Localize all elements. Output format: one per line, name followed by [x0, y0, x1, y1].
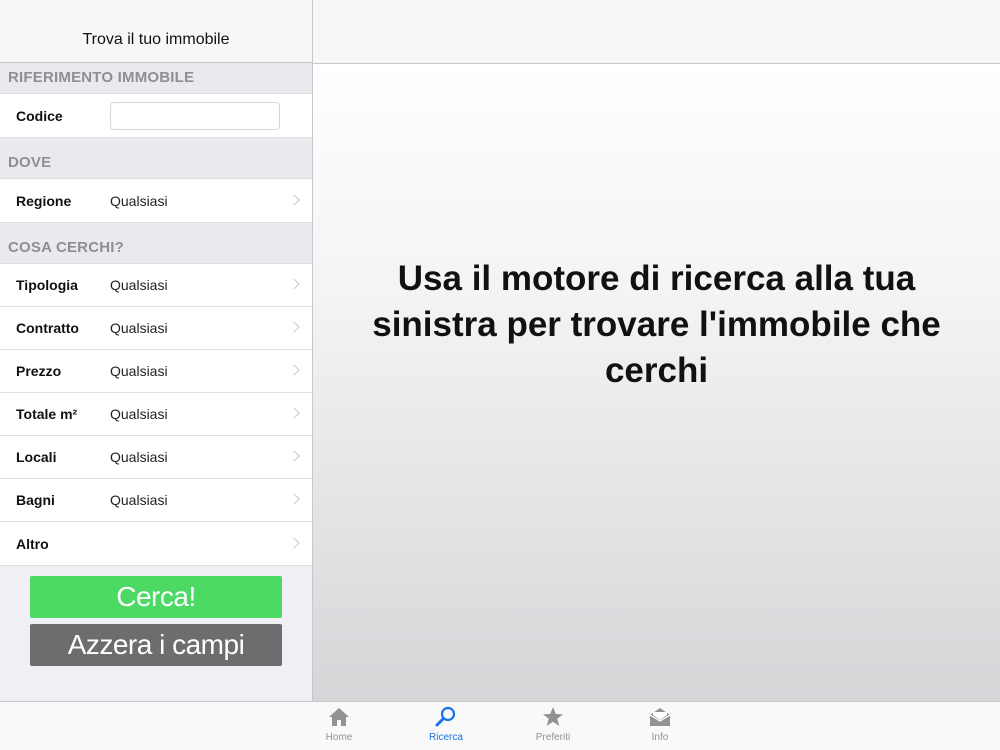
star-icon: [543, 707, 563, 726]
row-totale-m2[interactable]: Totale m² Qualsiasi: [0, 393, 312, 436]
row-contratto[interactable]: Contratto Qualsiasi: [0, 307, 312, 350]
row-value: Qualsiasi: [110, 363, 168, 379]
row-value: Qualsiasi: [110, 192, 168, 209]
row-label: Contratto: [16, 320, 79, 336]
row-label: Tipologia: [16, 277, 78, 293]
panel-title: Trova il tuo immobile: [82, 31, 230, 48]
chevron-right-icon: [288, 536, 300, 549]
chevron-right-icon: [288, 407, 300, 419]
row-value: Qualsiasi: [110, 406, 168, 422]
codice-label: Codice: [16, 107, 63, 124]
tab-preferiti[interactable]: Preferiti: [523, 706, 583, 743]
tab-label: Home: [325, 732, 353, 743]
row-prezzo[interactable]: Prezzo Qualsiasi: [0, 350, 312, 393]
instruction-message: Usa il motore di ricerca alla tua sinist…: [372, 259, 941, 390]
search-icon: [435, 706, 456, 727]
home-icon: [329, 708, 349, 726]
row-label: Totale m²: [16, 406, 78, 422]
row-value: Qualsiasi: [110, 492, 168, 508]
row-value: Qualsiasi: [110, 320, 168, 336]
row-label: Locali: [16, 449, 57, 465]
row-label: Bagni: [16, 492, 55, 508]
row-label: Regione: [16, 192, 72, 209]
reset-fields-button[interactable]: Azzera i campi: [30, 624, 282, 666]
tab-bar: Home Ricerca Preferiti Info: [0, 701, 1000, 750]
left-navbar: Trova il tuo immobile: [0, 0, 312, 63]
section-header-cosa: COSA CERCHI?: [0, 223, 312, 263]
row-label: Altro: [16, 535, 49, 552]
tab-ricerca[interactable]: Ricerca: [416, 706, 476, 743]
codice-row: Codice: [0, 94, 312, 137]
row-tipologia[interactable]: Tipologia Qualsiasi: [0, 264, 312, 307]
tab-label: Info: [651, 732, 669, 743]
row-regione[interactable]: Regione Qualsiasi: [0, 179, 312, 222]
detail-area: Usa il motore di ricerca alla tua sinist…: [313, 64, 1000, 701]
chevron-right-icon: [288, 450, 300, 462]
tab-info[interactable]: Info: [630, 706, 690, 743]
envelope-icon: [649, 708, 671, 726]
row-bagni[interactable]: Bagni Qualsiasi: [0, 479, 312, 522]
tab-label: Preferiti: [535, 732, 571, 743]
right-navbar: [313, 0, 1000, 64]
row-locali[interactable]: Locali Qualsiasi: [0, 436, 312, 479]
search-button[interactable]: Cerca!: [30, 576, 282, 618]
codice-input[interactable]: [110, 101, 280, 130]
tab-label: Ricerca: [429, 732, 463, 743]
row-altro[interactable]: Altro: [0, 522, 312, 565]
chevron-right-icon: [288, 278, 300, 290]
chevron-right-icon: [288, 321, 300, 333]
section-header-riferimento: RIFERIMENTO IMMOBILE: [0, 63, 312, 93]
chevron-right-icon: [288, 364, 300, 376]
form-buttons: Cerca! Azzera i campi: [0, 566, 312, 666]
row-value: Qualsiasi: [110, 449, 168, 465]
chevron-right-icon: [288, 493, 300, 505]
row-value: Qualsiasi: [110, 277, 168, 293]
chevron-right-icon: [288, 193, 300, 206]
search-form-panel: Trova il tuo immobile RIFERIMENTO IMMOBI…: [0, 0, 313, 701]
section-header-dove: DOVE: [0, 138, 312, 178]
row-label: Prezzo: [16, 363, 62, 379]
tab-home[interactable]: Home: [309, 706, 369, 743]
